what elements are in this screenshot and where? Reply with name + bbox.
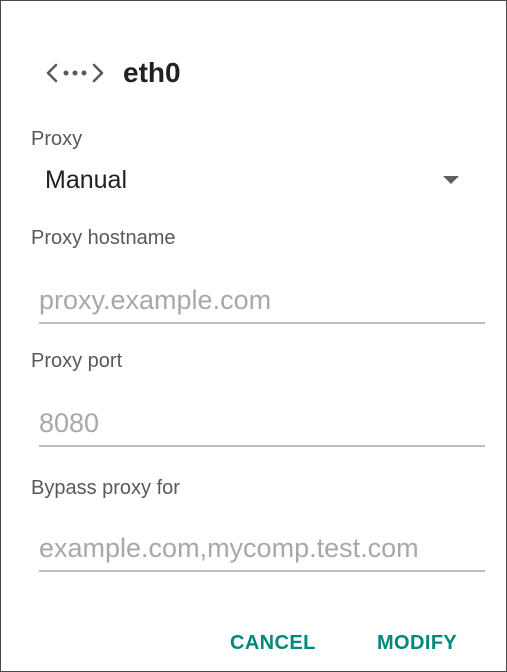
cancel-button[interactable]: CANCEL bbox=[230, 627, 316, 659]
bypass-proxy-input[interactable] bbox=[39, 526, 485, 572]
proxy-hostname-input[interactable] bbox=[39, 278, 485, 324]
modify-button[interactable]: MODIFY bbox=[377, 627, 457, 659]
dropdown-arrow-icon bbox=[443, 176, 459, 184]
proxy-hostname-label: Proxy hostname bbox=[31, 227, 176, 249]
dialog-header: eth0 bbox=[45, 53, 181, 93]
dialog-title: eth0 bbox=[123, 57, 181, 88]
bypass-proxy-label: Bypass proxy for bbox=[31, 477, 180, 499]
proxy-port-label: Proxy port bbox=[31, 350, 123, 372]
proxy-settings-dialog: eth0 Proxy Manual Proxy hostname Proxy p… bbox=[0, 0, 507, 672]
proxy-mode-dropdown[interactable]: Manual bbox=[45, 163, 473, 197]
proxy-label: Proxy bbox=[31, 128, 83, 150]
ethernet-icon bbox=[46, 63, 104, 83]
proxy-mode-value: Manual bbox=[45, 166, 127, 194]
proxy-port-input[interactable] bbox=[39, 401, 485, 447]
